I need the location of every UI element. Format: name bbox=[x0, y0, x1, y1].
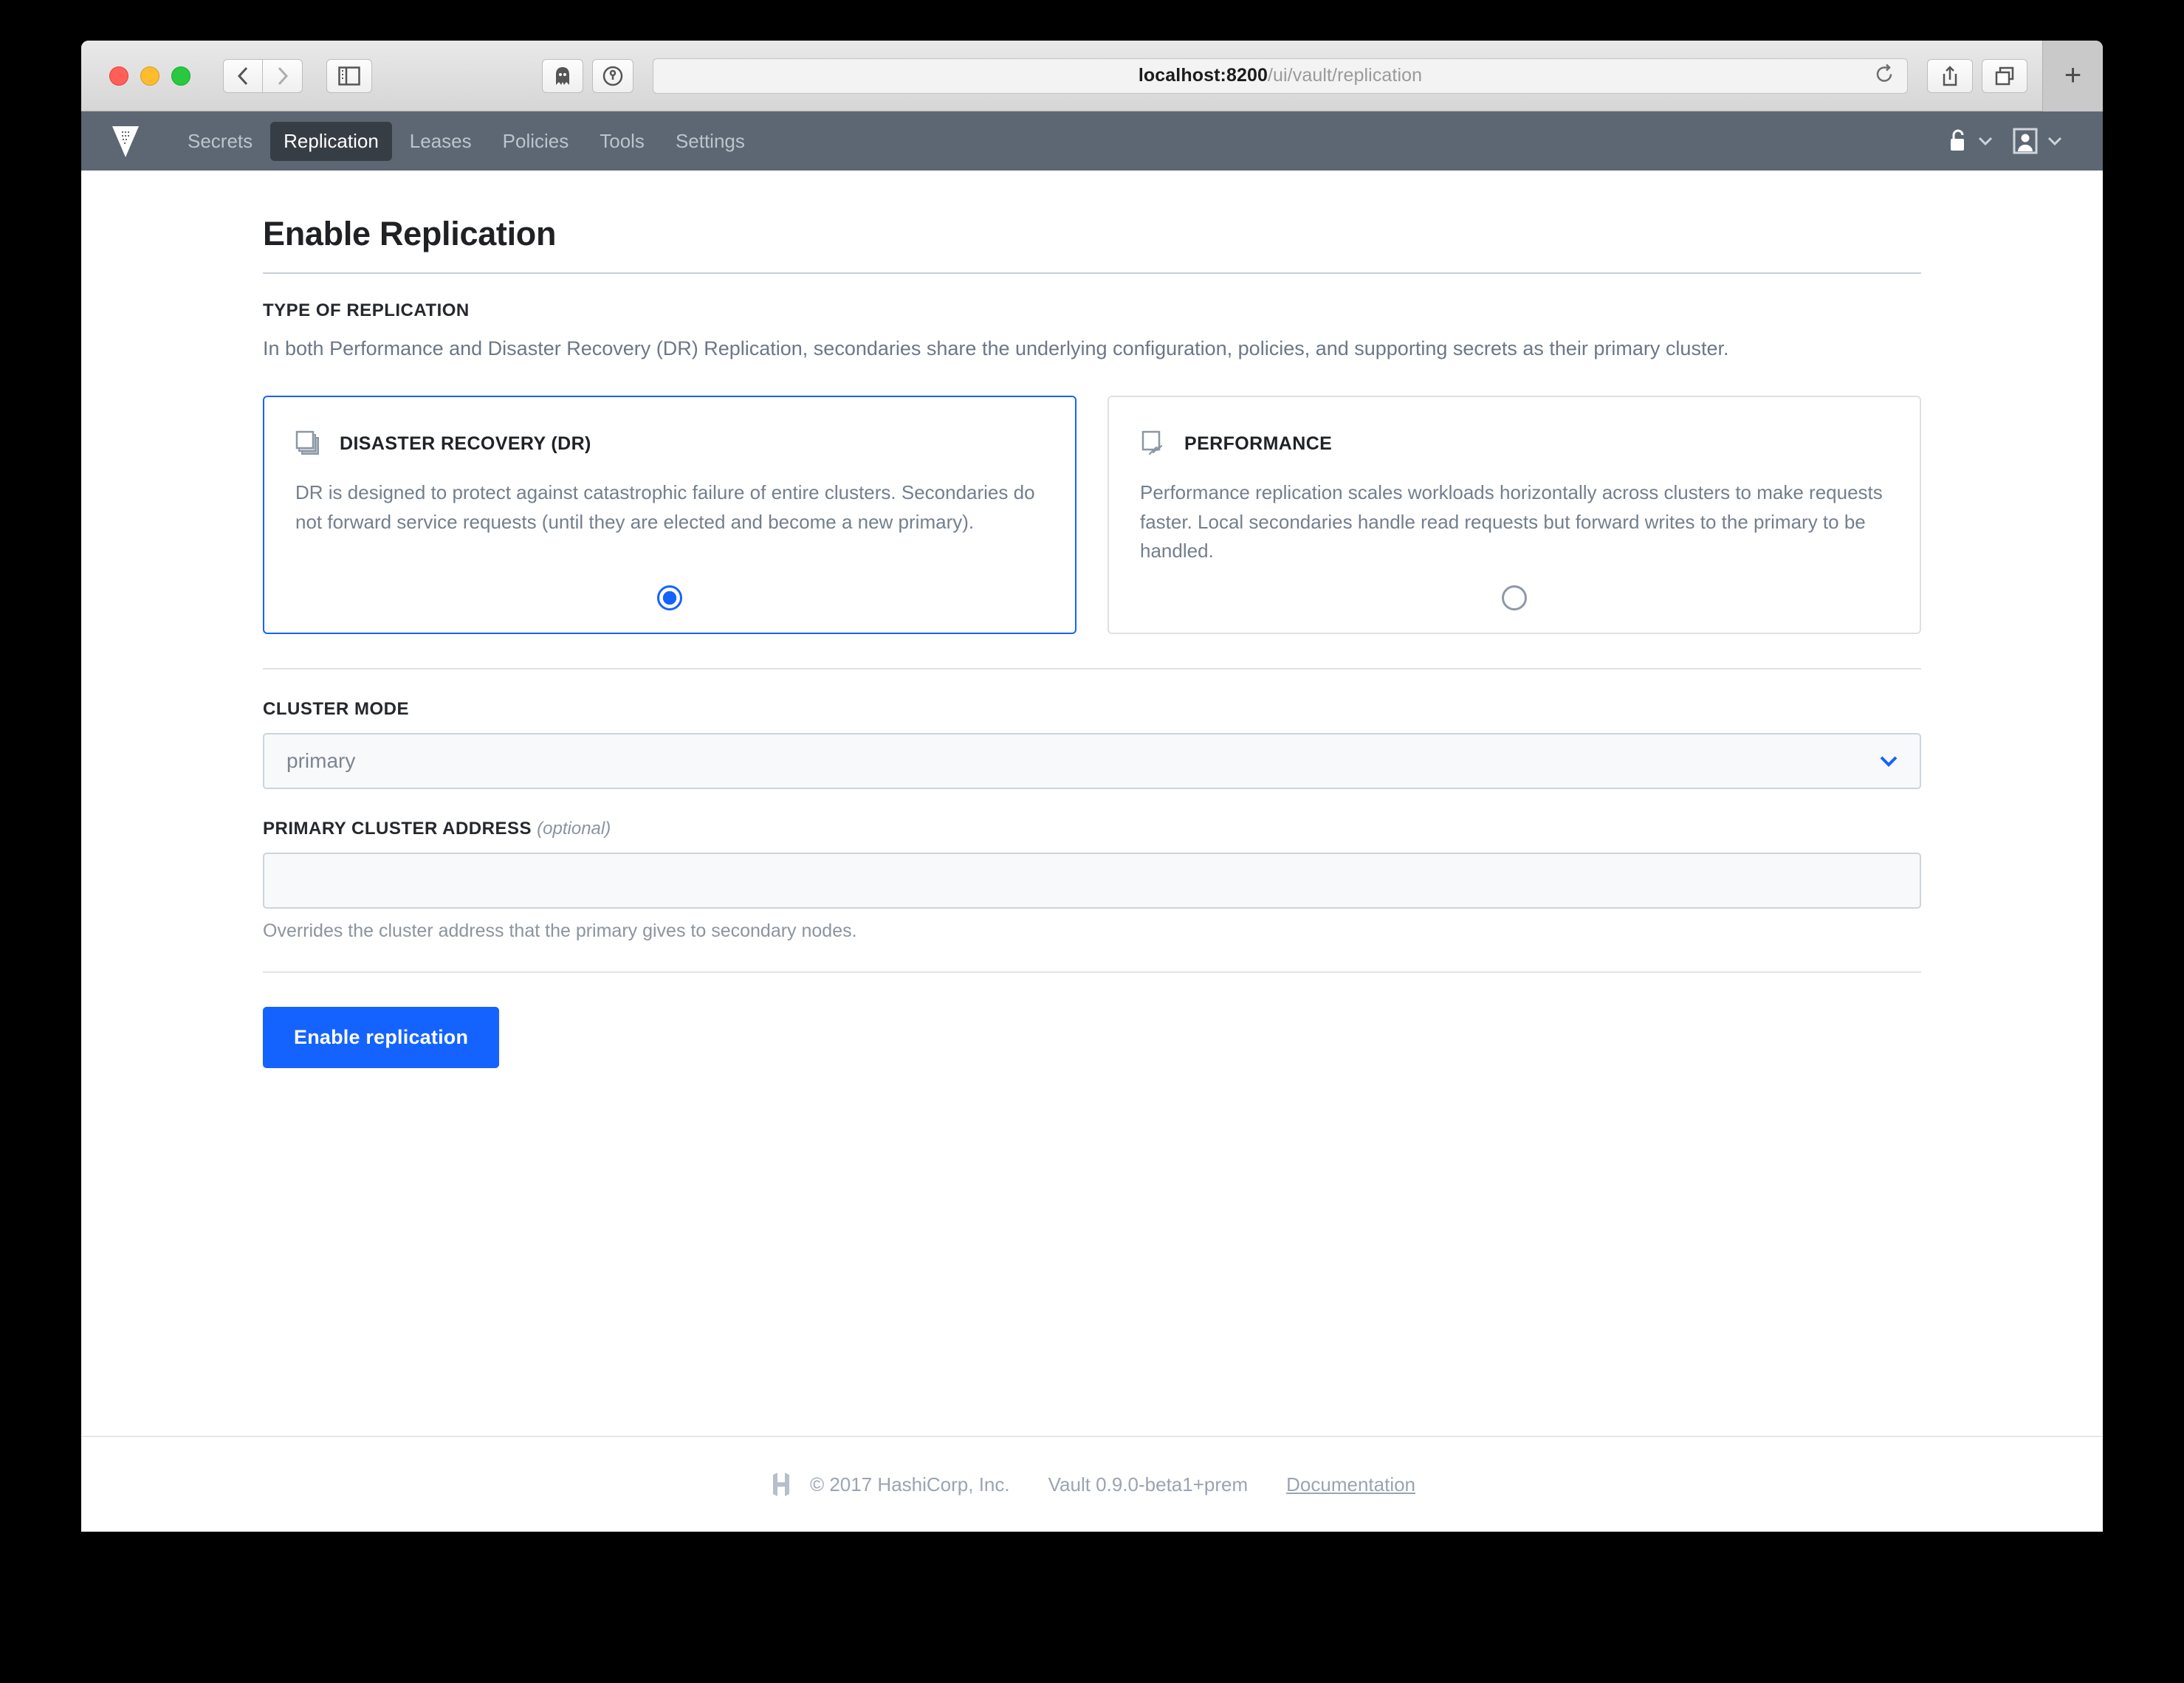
page-footer: © 2017 HashiCorp, Inc. Vault 0.9.0-beta1… bbox=[81, 1436, 2103, 1532]
chevron-down-icon bbox=[1978, 137, 1993, 146]
card-description: DR is designed to protect against catast… bbox=[295, 481, 1035, 533]
minimize-window-button[interactable] bbox=[140, 66, 159, 86]
form-divider bbox=[263, 971, 1921, 973]
enable-replication-button[interactable]: Enable replication bbox=[263, 1006, 500, 1068]
nav-item-replication[interactable]: Replication bbox=[270, 121, 392, 161]
nav-items: Secrets Replication Leases Policies Tool… bbox=[174, 121, 758, 161]
chevron-down-icon bbox=[1880, 756, 1898, 767]
cards-divider bbox=[263, 667, 1921, 670]
nav-label: Replication bbox=[284, 129, 379, 152]
nav-label: Policies bbox=[502, 129, 569, 152]
content-wrapper: Enable Replication TYPE OF REPLICATION I… bbox=[263, 215, 1921, 1068]
forward-button[interactable] bbox=[263, 58, 303, 93]
card-radio-wrapper bbox=[1140, 566, 1889, 610]
card-performance[interactable]: PERFORMANCE Performance replication scal… bbox=[1108, 396, 1921, 634]
card-disaster-recovery[interactable]: DISASTER RECOVERY (DR) DR is designed to… bbox=[263, 396, 1076, 634]
nav-right bbox=[1940, 123, 2069, 159]
tab-overview-icon bbox=[1995, 66, 2014, 85]
browser-window: localhost:8200/ui/vault/replication + Se… bbox=[81, 41, 2103, 1532]
documentation-link[interactable]: Documentation bbox=[1286, 1473, 1415, 1496]
extension-buttons bbox=[542, 58, 633, 93]
tab-overview-button[interactable] bbox=[1982, 58, 2027, 93]
main-content: Enable Replication TYPE OF REPLICATION I… bbox=[81, 171, 2103, 1436]
card-title: PERFORMANCE bbox=[1184, 433, 1333, 454]
1password-icon bbox=[602, 66, 623, 86]
primary-cluster-address-field: PRIMARY CLUSTER ADDRESS (optional) Overr… bbox=[263, 819, 1921, 942]
ghostery-button[interactable] bbox=[542, 58, 583, 93]
footer-version: Vault 0.9.0-beta1+prem bbox=[1048, 1473, 1249, 1496]
hashicorp-logo-icon bbox=[772, 1473, 789, 1496]
nav-item-secrets[interactable]: Secrets bbox=[174, 122, 266, 161]
cluster-mode-value: primary bbox=[286, 748, 356, 772]
close-window-button[interactable] bbox=[109, 66, 128, 86]
card-radio-wrapper bbox=[295, 566, 1044, 610]
nav-item-policies[interactable]: Policies bbox=[490, 122, 583, 161]
reload-button[interactable] bbox=[1875, 63, 1894, 88]
nav-item-settings[interactable]: Settings bbox=[662, 122, 758, 161]
card-header: DISASTER RECOVERY (DR) bbox=[295, 430, 1044, 458]
nav-label: Settings bbox=[675, 129, 745, 152]
user-menu[interactable] bbox=[2007, 123, 2069, 159]
stacked-copies-icon bbox=[295, 430, 319, 455]
nav-item-leases[interactable]: Leases bbox=[396, 122, 485, 161]
primary-cluster-address-label: PRIMARY CLUSTER ADDRESS (optional) bbox=[263, 819, 1921, 839]
share-icon bbox=[1943, 65, 1957, 86]
type-of-replication-description: In both Performance and Disaster Recover… bbox=[263, 337, 1729, 359]
cluster-mode-label: CLUSTER MODE bbox=[263, 698, 409, 719]
ghostery-icon bbox=[556, 66, 569, 85]
new-tab-label: + bbox=[2064, 59, 2082, 92]
nav-label: Secrets bbox=[188, 129, 253, 152]
card-header: PERFORMANCE bbox=[1140, 430, 1889, 458]
page-body: Enable Replication TYPE OF REPLICATION I… bbox=[81, 171, 2103, 1532]
title-divider bbox=[263, 272, 1921, 274]
replication-type-cards: DISASTER RECOVERY (DR) DR is designed to… bbox=[263, 396, 1921, 634]
browser-toolbar: localhost:8200/ui/vault/replication + bbox=[81, 41, 2103, 111]
toolbar-right-buttons bbox=[1927, 58, 2027, 93]
cluster-mode-select[interactable]: primary bbox=[263, 732, 1921, 789]
vault-logo[interactable] bbox=[109, 123, 142, 159]
address-optional-text: (optional) bbox=[537, 818, 611, 839]
page-title: Enable Replication bbox=[263, 215, 557, 252]
radio-performance[interactable] bbox=[1502, 585, 1527, 610]
type-of-replication-label: TYPE OF REPLICATION bbox=[263, 300, 470, 320]
onepassword-button[interactable] bbox=[592, 58, 633, 93]
back-button[interactable] bbox=[223, 58, 263, 93]
unlock-icon bbox=[1951, 129, 1964, 151]
user-avatar-icon bbox=[2013, 128, 2038, 154]
address-label-text: PRIMARY CLUSTER ADDRESS bbox=[263, 818, 532, 839]
sidebar-toggle-icon bbox=[338, 66, 360, 86]
nav-label: Leases bbox=[409, 129, 472, 152]
window-controls bbox=[109, 66, 190, 86]
select-chevron bbox=[1878, 749, 1899, 773]
nav-label: Tools bbox=[600, 129, 645, 152]
cluster-mode-field: CLUSTER MODE primary bbox=[263, 699, 1921, 789]
speed-lines-icon bbox=[1141, 430, 1163, 455]
new-tab-button[interactable]: + bbox=[2042, 41, 2103, 111]
reload-icon bbox=[1876, 63, 1892, 82]
nav-item-tools[interactable]: Tools bbox=[586, 122, 658, 161]
card-title: DISASTER RECOVERY (DR) bbox=[340, 433, 591, 454]
vault-top-nav: Secrets Replication Leases Policies Tool… bbox=[81, 111, 2103, 171]
seal-status-menu[interactable] bbox=[1940, 124, 1999, 158]
chevron-left-icon bbox=[237, 66, 248, 85]
vault-logo-icon bbox=[112, 126, 139, 157]
url-text: localhost:8200/ui/vault/replication bbox=[1139, 65, 1422, 86]
primary-cluster-address-input[interactable] bbox=[263, 852, 1921, 909]
maximize-window-button[interactable] bbox=[171, 66, 190, 86]
share-button[interactable] bbox=[1927, 58, 1973, 93]
radio-disaster-recovery[interactable] bbox=[657, 585, 682, 610]
type-of-replication-section: TYPE OF REPLICATION In both Performance … bbox=[263, 300, 1921, 363]
address-bar[interactable]: localhost:8200/ui/vault/replication bbox=[653, 58, 1908, 94]
primary-cluster-address-helper: Overrides the cluster address that the p… bbox=[263, 920, 857, 941]
chevron-down-icon bbox=[2047, 137, 2062, 146]
sidebar-toggle-button[interactable] bbox=[326, 58, 372, 93]
url-path: /ui/vault/replication bbox=[1267, 65, 1423, 86]
url-host: localhost:8200 bbox=[1138, 65, 1268, 86]
chevron-right-icon bbox=[278, 66, 288, 85]
navigation-buttons bbox=[223, 58, 303, 93]
card-description: Performance replication scales workloads… bbox=[1140, 481, 1883, 562]
footer-copyright: © 2017 HashiCorp, Inc. bbox=[809, 1473, 1010, 1496]
